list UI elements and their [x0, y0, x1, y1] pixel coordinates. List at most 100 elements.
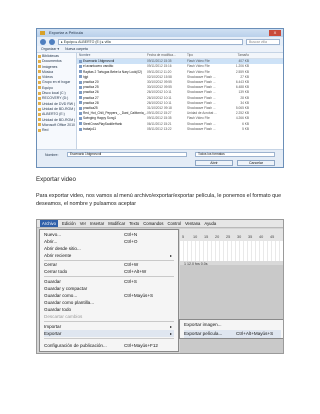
- file-menu-dropdown: Nuevo... Ctrl+N Abrir... Ctrl+O Abrir desd…: [39, 229, 179, 352]
- menu-separator: [44, 321, 174, 322]
- address-path[interactable]: ▸ Equipo ▸ ALBERTO (E:) ▸ villa: [58, 38, 243, 45]
- body-paragraph: Para exportar video, nos vamos al menú a…: [36, 193, 282, 208]
- submenu-item-label: Exportar película...: [184, 331, 223, 336]
- file-row[interactable]: trabajo11 05/11/2012 13:22 Shockwave Flash…: [77, 127, 283, 132]
- menu-item-shortcut: Ctrl+O: [124, 239, 138, 244]
- menu-item-shortcut: Ctrl+Mayús+F12: [124, 343, 158, 348]
- menu-item-label: Abrir reciente: [44, 253, 72, 258]
- filename-field[interactable]: Escenario 1fdgmcvvdi: [67, 152, 187, 157]
- menu-item-shortcut: Ctrl+Mayús+S: [124, 293, 154, 298]
- file-name: trabajo11: [77, 127, 147, 132]
- file-type: Shockwave Flash ...: [187, 126, 216, 131]
- menu-item-shortcut: Ctrl+Alt+W: [124, 269, 147, 274]
- column-date[interactable]: Fecha de modifica...: [147, 53, 187, 58]
- menu-item-abrir-sitio[interactable]: Abrir desde sitio...: [44, 245, 174, 252]
- menu-texto[interactable]: Texto: [129, 220, 139, 227]
- menu-separator: [44, 338, 174, 339]
- ruler-tick: 20: [215, 235, 220, 239]
- menu-item-cerrar[interactable]: Cerrar Ctrl+W: [44, 261, 174, 268]
- menu-item-importar[interactable]: Importar: [44, 323, 174, 330]
- menu-item-cerrar-todo[interactable]: Cerrar todo Ctrl+Alt+W: [44, 268, 174, 275]
- menu-comandos[interactable]: Comandos: [143, 220, 163, 227]
- menu-item-label: Guardar: [44, 279, 61, 284]
- menu-item-abrir-reciente[interactable]: Abrir reciente: [44, 252, 174, 259]
- submenu-item-label: Exportar imagen...: [184, 322, 222, 327]
- menu-ventana[interactable]: Ventana: [185, 220, 200, 227]
- address-bar: ▸ Equipo ▸ ALBERTO (E:) ▸ villa Buscar v…: [37, 37, 283, 46]
- menu-item-shortcut: Ctrl+N: [124, 232, 138, 237]
- dialog-footer: Nombre: Escenario 1fdgmcvvdi Todos los f…: [37, 149, 283, 167]
- export-submenu: Exportar imagen... Exportar película... C…: [179, 319, 283, 339]
- menubar: Archivo Edición Ver Insertar Modificar T…: [37, 220, 283, 228]
- menu-item-guardar-compactar[interactable]: Guardar y compactar: [44, 285, 174, 292]
- menu-item-label: Abrir desde sitio...: [44, 246, 81, 251]
- flash-menu-screenshot: Archivo Edición Ver Insertar Modificar T…: [36, 219, 284, 354]
- menu-item-label: Nuevo...: [44, 232, 62, 237]
- menu-item-label: Guardar todo: [44, 307, 72, 312]
- timeline-panel: 5 10 15 20 25 30 35 40 45 1 12.0 fps 0.0…: [180, 229, 283, 267]
- organize-button[interactable]: Organizar ▾: [41, 46, 59, 52]
- file-date: 05/11/2012 13:22: [147, 126, 172, 131]
- navigation-pane: Bibliotecas Documentos Imágenes Música V…: [37, 53, 77, 149]
- menu-item-descartar: Descartar cambios: [44, 313, 174, 320]
- ruler-tick: 40: [259, 235, 264, 239]
- caption: Exportar video: [36, 176, 76, 183]
- menu-item-guardar[interactable]: Guardar Ctrl+S: [44, 278, 174, 285]
- menu-item-shortcut: Ctrl+W: [124, 262, 139, 267]
- menu-modificar[interactable]: Modificar: [108, 220, 125, 227]
- timeline-ruler: 5 10 15 20 25 30 35 40 45: [180, 235, 283, 240]
- timeline-frames[interactable]: [180, 241, 283, 261]
- dialog-body: Bibliotecas Documentos Imágenes Música V…: [37, 53, 283, 149]
- submenu-exportar-pelicula[interactable]: Exportar película... Ctrl+Alt+Mayús+S: [184, 330, 281, 338]
- menu-edicion[interactable]: Edición: [62, 220, 76, 227]
- filename-label: Nombre:: [45, 153, 59, 157]
- new-folder-button[interactable]: Nueva carpeta: [65, 46, 88, 52]
- menu-item-label: Configuración de publicación...: [44, 343, 107, 348]
- filetype-select[interactable]: Todos los formatos: [195, 152, 275, 157]
- close-button[interactable]: X: [269, 30, 281, 36]
- ruler-tick: 25: [226, 235, 231, 239]
- column-size[interactable]: Tamaño: [229, 53, 251, 58]
- column-name[interactable]: Nombre: [77, 53, 147, 58]
- menu-item-label: Exportar: [44, 331, 62, 336]
- open-button[interactable]: Abrir: [195, 160, 233, 166]
- cancel-button[interactable]: Cancelar: [237, 160, 275, 166]
- stage-area[interactable]: [180, 265, 283, 353]
- menu-separator: [44, 276, 174, 277]
- menu-item-configuracion-publicacion[interactable]: Configuración de publicación... Ctrl+Mayú…: [44, 342, 174, 349]
- submenu-item-shortcut: Ctrl+Alt+Mayús+S: [236, 331, 274, 336]
- menu-item-label: Importar: [44, 324, 62, 329]
- forward-icon[interactable]: [49, 38, 55, 45]
- file-list: Nombre Fecha de modifica... Tipo Tamaño …: [77, 53, 283, 149]
- column-type[interactable]: Tipo: [187, 53, 229, 58]
- file-size: 5 KB: [242, 126, 249, 131]
- menu-item-guardar-como[interactable]: Guardar como... Ctrl+Mayús+S: [44, 292, 174, 299]
- folder-icon: [40, 31, 45, 35]
- menu-item-label: Guardar como...: [44, 293, 78, 298]
- dialog-titlebar: Exportar a Película X: [37, 29, 283, 37]
- menu-control[interactable]: Control: [167, 220, 181, 227]
- menu-item-guardar-todo[interactable]: Guardar todo: [44, 306, 174, 313]
- ruler-tick: 5: [182, 235, 185, 239]
- menu-item-label: Cerrar todo: [44, 269, 68, 274]
- ruler-tick: 10: [193, 235, 198, 239]
- ruler-tick: 35: [248, 235, 253, 239]
- menu-item-abrir[interactable]: Abrir... Ctrl+O: [44, 238, 174, 245]
- back-icon[interactable]: [40, 38, 46, 45]
- menu-item-exportar[interactable]: Exportar: [44, 330, 174, 337]
- search-input[interactable]: Buscar villa: [246, 38, 280, 45]
- menu-ver[interactable]: Ver: [80, 220, 86, 227]
- menu-item-nuevo[interactable]: Nuevo... Ctrl+N: [44, 231, 174, 238]
- nav-item[interactable]: Grupo en el hogar: [38, 80, 75, 85]
- menu-ayuda[interactable]: Ayuda: [204, 220, 216, 227]
- submenu-exportar-imagen[interactable]: Exportar imagen...: [184, 321, 281, 329]
- menu-insertar[interactable]: Insertar: [90, 220, 104, 227]
- dialog-title: Exportar a Película: [49, 30, 83, 35]
- nav-item[interactable]: Red: [38, 128, 75, 133]
- menu-item-label: Cerrar: [44, 262, 58, 267]
- menu-archivo[interactable]: Archivo: [40, 220, 58, 227]
- menu-item-guardar-plantilla[interactable]: Guardar como plantilla...: [44, 299, 174, 306]
- menu-item-label: Descartar cambios: [44, 314, 83, 319]
- export-dialog-screenshot: Exportar a Película X ▸ Equipo ▸ ALBERTO…: [36, 28, 284, 168]
- dialog-toolbar: Organizar ▾ Nueva carpeta: [37, 46, 283, 53]
